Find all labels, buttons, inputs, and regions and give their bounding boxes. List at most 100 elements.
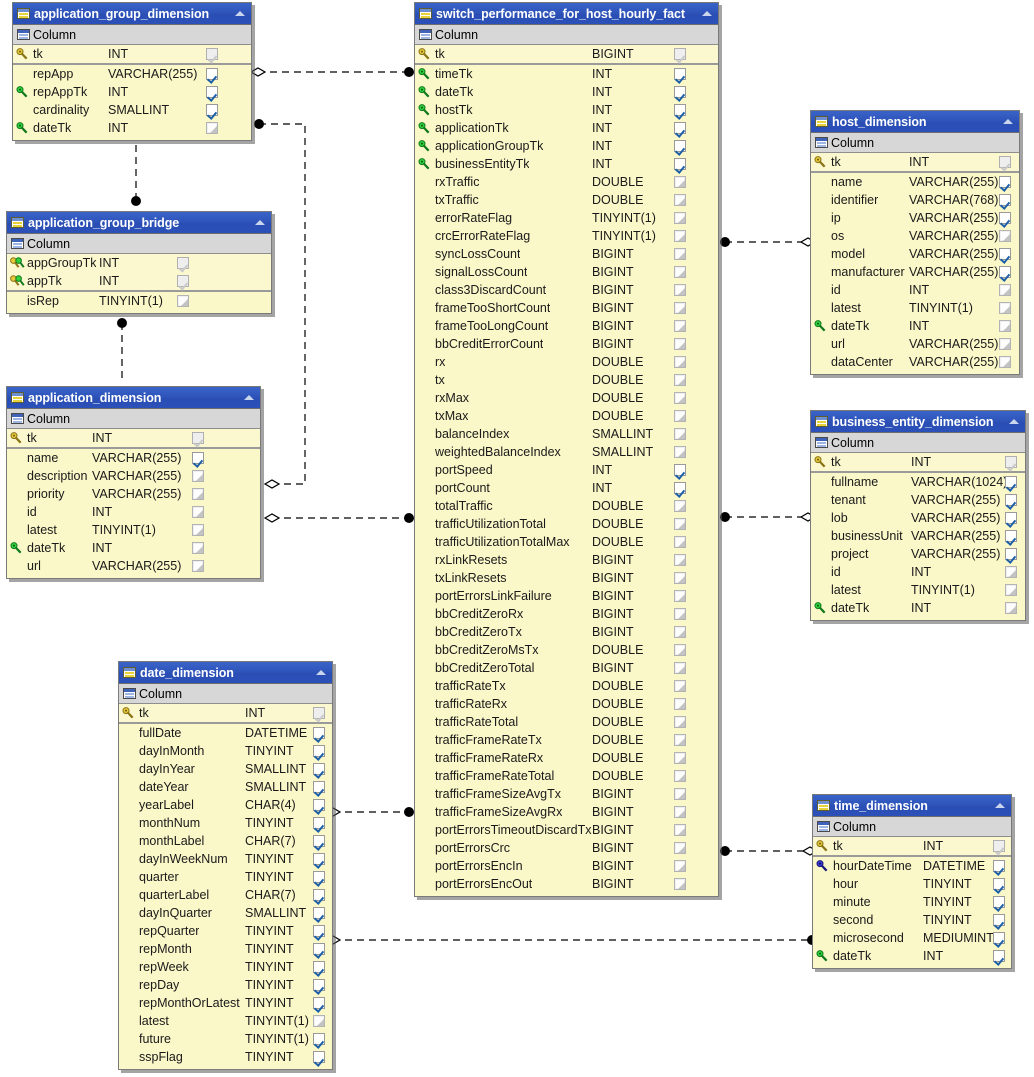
checkbox-checked-icon[interactable] [206, 86, 218, 98]
column-row[interactable]: signalLossCount BIGINT [415, 263, 718, 281]
checkbox-checked-icon[interactable] [674, 158, 686, 170]
checkbox-checked-icon[interactable] [313, 707, 325, 719]
relationship-agd-to-bridge[interactable] [131, 145, 141, 206]
checkbox-unchecked-icon[interactable] [999, 230, 1011, 242]
entity-table-application_dimension[interactable]: application_dimension Column tk INT name VARC… [6, 386, 261, 579]
entity-title-bar[interactable]: application_group_bridge [7, 212, 271, 234]
column-row[interactable]: dateYear SMALLINT [119, 778, 332, 796]
column-row[interactable]: portErrorsLinkFailure BIGINT [415, 587, 718, 605]
column-row[interactable]: isRep TINYINT(1) [7, 292, 271, 310]
checkbox-checked-icon[interactable] [993, 878, 1005, 890]
checkbox-checked-icon[interactable] [206, 48, 218, 60]
column-row[interactable]: totalTraffic DOUBLE [415, 497, 718, 515]
column-row[interactable]: tk INT [119, 704, 332, 722]
column-row[interactable]: latest TINYINT(1) [811, 581, 1025, 599]
checkbox-unchecked-icon[interactable] [674, 554, 686, 566]
column-row[interactable]: fullDate DATETIME [119, 724, 332, 742]
column-row[interactable]: name VARCHAR(255) [811, 173, 1019, 191]
checkbox-unchecked-icon[interactable] [674, 644, 686, 656]
column-row[interactable]: trafficFrameRateTotal DOUBLE [415, 767, 718, 785]
collapse-chevron-icon[interactable] [233, 7, 248, 20]
column-row[interactable]: repMonth TINYINT [119, 940, 332, 958]
checkbox-checked-icon[interactable] [313, 781, 325, 793]
column-row[interactable]: txMax DOUBLE [415, 407, 718, 425]
checkbox-checked-icon[interactable] [993, 860, 1005, 872]
checkbox-unchecked-icon[interactable] [674, 734, 686, 746]
column-row[interactable]: url VARCHAR(255) [811, 335, 1019, 353]
checkbox-unchecked-icon[interactable] [674, 212, 686, 224]
checkbox-unchecked-icon[interactable] [674, 608, 686, 620]
checkbox-unchecked-icon[interactable] [999, 284, 1011, 296]
checkbox-checked-icon[interactable] [674, 464, 686, 476]
checkbox-unchecked-icon[interactable] [674, 806, 686, 818]
relationship-datedim-to-time[interactable] [324, 935, 817, 945]
column-row[interactable]: os VARCHAR(255) [811, 227, 1019, 245]
collapse-chevron-icon[interactable] [253, 216, 268, 229]
checkbox-checked-icon[interactable] [999, 194, 1011, 206]
checkbox-unchecked-icon[interactable] [674, 284, 686, 296]
column-row[interactable]: dateTk INT [813, 947, 1011, 965]
checkbox-checked-icon[interactable] [993, 896, 1005, 908]
relationship-fact-to-time[interactable] [720, 846, 819, 856]
column-row[interactable]: project VARCHAR(255) [811, 545, 1025, 563]
checkbox-checked-icon[interactable] [999, 248, 1011, 260]
column-row[interactable]: crcErrorRateFlag TINYINT(1) [415, 227, 718, 245]
checkbox-checked-icon[interactable] [1005, 456, 1017, 468]
checkbox-checked-icon[interactable] [313, 799, 325, 811]
checkbox-unchecked-icon[interactable] [674, 392, 686, 404]
column-row[interactable]: rxLinkResets BIGINT [415, 551, 718, 569]
checkbox-unchecked-icon[interactable] [674, 230, 686, 242]
column-row[interactable]: trafficRateTotal DOUBLE [415, 713, 718, 731]
checkbox-unchecked-icon[interactable] [674, 446, 686, 458]
checkbox-checked-icon[interactable] [192, 452, 204, 464]
column-row[interactable]: dateTk INT [415, 83, 718, 101]
checkbox-checked-icon[interactable] [313, 979, 325, 991]
column-row[interactable]: trafficUtilizationTotal DOUBLE [415, 515, 718, 533]
column-row[interactable]: identifier VARCHAR(768) [811, 191, 1019, 209]
column-row[interactable]: lob VARCHAR(255) [811, 509, 1025, 527]
checkbox-unchecked-icon[interactable] [1005, 584, 1017, 596]
checkbox-unchecked-icon[interactable] [206, 122, 218, 134]
checkbox-unchecked-icon[interactable] [999, 356, 1011, 368]
column-row[interactable]: repAppTk INT [13, 83, 251, 101]
entity-table-date_dimension[interactable]: date_dimension Column tk INT fullDate DATETIM… [118, 661, 333, 1070]
checkbox-unchecked-icon[interactable] [674, 500, 686, 512]
column-row[interactable]: businessEntityTk INT [415, 155, 718, 173]
column-row[interactable]: rxMax DOUBLE [415, 389, 718, 407]
checkbox-checked-icon[interactable] [999, 176, 1011, 188]
column-row[interactable]: dateTk INT [13, 119, 251, 137]
column-row[interactable]: trafficRateRx DOUBLE [415, 695, 718, 713]
checkbox-unchecked-icon[interactable] [674, 860, 686, 872]
checkbox-checked-icon[interactable] [313, 997, 325, 1009]
checkbox-unchecked-icon[interactable] [192, 524, 204, 536]
checkbox-checked-icon[interactable] [177, 275, 189, 287]
checkbox-unchecked-icon[interactable] [674, 842, 686, 854]
checkbox-unchecked-icon[interactable] [674, 878, 686, 890]
checkbox-checked-icon[interactable] [999, 212, 1011, 224]
checkbox-unchecked-icon[interactable] [674, 248, 686, 260]
entity-title-bar[interactable]: host_dimension [811, 111, 1019, 133]
checkbox-unchecked-icon[interactable] [674, 752, 686, 764]
column-row[interactable]: bbCreditZeroMsTx DOUBLE [415, 641, 718, 659]
column-row[interactable]: appGroupTk INT [7, 254, 271, 272]
checkbox-checked-icon[interactable] [313, 925, 325, 937]
checkbox-checked-icon[interactable] [674, 86, 686, 98]
collapse-chevron-icon[interactable] [314, 666, 329, 679]
relationship-bridge-to-appdim[interactable] [117, 318, 127, 381]
column-row[interactable]: id INT [7, 503, 260, 521]
entity-title-bar[interactable]: application_dimension [7, 387, 260, 409]
relationship-fact-to-business[interactable] [720, 512, 817, 522]
column-row[interactable]: trafficFrameSizeAvgTx BIGINT [415, 785, 718, 803]
column-row[interactable]: portErrorsEncOut BIGINT [415, 875, 718, 893]
column-row[interactable]: trafficRateTx DOUBLE [415, 677, 718, 695]
entity-table-host_dimension[interactable]: host_dimension Column tk INT name VARCHAR(255… [810, 110, 1020, 375]
column-row[interactable]: sspFlag TINYINT [119, 1048, 332, 1066]
column-row[interactable]: quarterLabel CHAR(7) [119, 886, 332, 904]
checkbox-unchecked-icon[interactable] [674, 590, 686, 602]
column-row[interactable]: frameTooLongCount BIGINT [415, 317, 718, 335]
column-row[interactable]: tk INT [813, 837, 1011, 855]
column-row[interactable]: second TINYINT [813, 911, 1011, 929]
checkbox-unchecked-icon[interactable] [192, 560, 204, 572]
column-row[interactable]: applicationTk INT [415, 119, 718, 137]
checkbox-checked-icon[interactable] [1005, 512, 1017, 524]
